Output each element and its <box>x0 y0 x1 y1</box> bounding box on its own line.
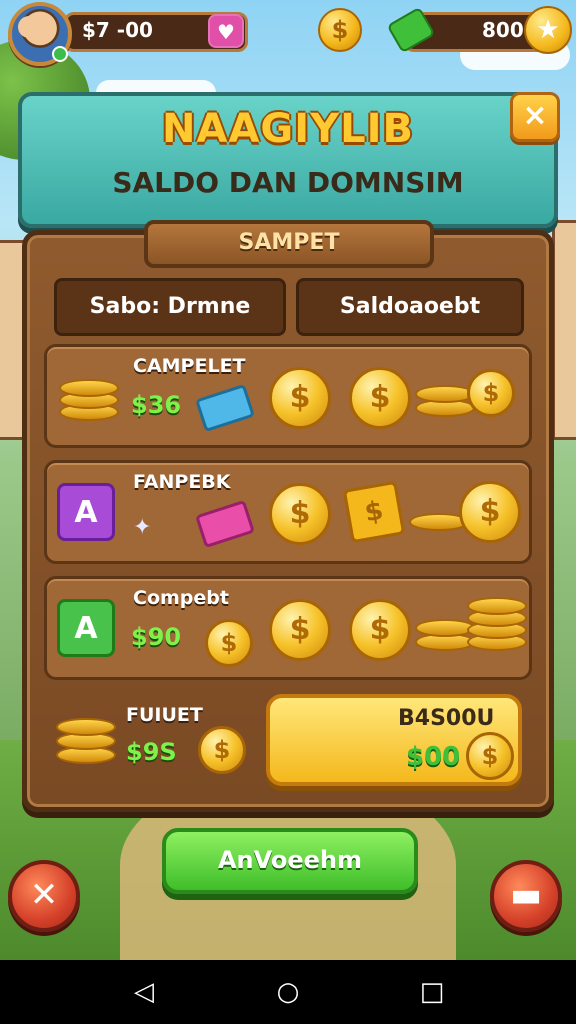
star-icon[interactable]: ★ <box>524 6 572 54</box>
shop-row[interactable]: CAMPELET $36 $ $ $ <box>44 344 532 448</box>
buy-button-price: $00 <box>406 742 461 772</box>
cash-amount: $7 -00 <box>82 18 153 42</box>
confirm-button[interactable]: AnVoeehm <box>162 828 418 894</box>
coin-card-icon: $ <box>342 480 406 544</box>
house <box>552 220 576 440</box>
purple-card-icon: A <box>57 483 115 541</box>
row-label: FUIUET <box>126 704 203 726</box>
blue-book-icon <box>195 383 255 433</box>
pink-bag-icon <box>195 499 255 549</box>
coin-icon[interactable]: $ <box>318 8 362 52</box>
coin-icon: $ <box>198 726 246 774</box>
back-button[interactable]: ✕ <box>8 860 80 932</box>
panel-sign-label: SAMPET <box>238 230 340 255</box>
coin-stack-icon <box>56 710 116 766</box>
row-price: $90 <box>131 623 182 651</box>
bird-icon: ✦ <box>133 515 152 540</box>
online-badge-icon <box>52 46 68 62</box>
tab-sabo[interactable]: Sabo: Drmne <box>54 278 286 336</box>
top-hud: $7 -00 ♥ $ 800 ★ <box>0 0 576 66</box>
coin-icon: $ <box>349 599 411 661</box>
page-subtitle: SALDO DAN DOMNSIM <box>112 166 464 199</box>
row-label: CAMPELET <box>133 355 246 377</box>
avatar-face <box>18 16 40 38</box>
coin-icon: $ <box>269 483 331 545</box>
row-label: FANPEBK <box>133 471 231 493</box>
nav-recent-icon[interactable]: □ <box>416 976 448 1008</box>
coin-stack-icon <box>59 369 119 425</box>
heart-gem-icon[interactable]: ♥ <box>208 14 244 48</box>
bills-amount: 800 <box>482 18 524 42</box>
shop-row[interactable]: A FANPEBK ✦ $ $ $ <box>44 460 532 564</box>
nav-home-icon[interactable]: ○ <box>272 976 304 1008</box>
nav-back-icon[interactable]: ◁ <box>128 976 160 1008</box>
page-title: NAAGIYLIB <box>162 106 414 152</box>
green-card-icon: A <box>57 599 115 657</box>
coin-icon: $ <box>269 599 331 661</box>
coin-stack-icon <box>415 369 475 425</box>
buy-button-title: B4S00U <box>398 706 495 731</box>
coin-stack-icon <box>467 593 527 651</box>
coin-icon: $ <box>349 367 411 429</box>
coin-icon: $ <box>466 732 514 780</box>
header-banner: NAAGIYLIB SALDO DAN DOMNSIM <box>18 92 558 228</box>
row-price: $36 <box>131 391 182 419</box>
coin-icon: $ <box>459 481 521 543</box>
coin-icon: $ <box>205 619 253 667</box>
close-button[interactable]: × <box>510 92 560 142</box>
row-label: Compebt <box>133 587 229 609</box>
coin-icon: $ <box>467 369 515 417</box>
tab-saldoaoebt[interactable]: Saldoaoebt <box>296 278 524 336</box>
coin-stack-icon <box>415 603 475 659</box>
coin-icon: $ <box>269 367 331 429</box>
shop-row[interactable]: A Compebt $90 $ $ $ <box>44 576 532 680</box>
menu-button[interactable]: ▬ <box>490 860 562 932</box>
row-price: $9S <box>126 738 177 766</box>
